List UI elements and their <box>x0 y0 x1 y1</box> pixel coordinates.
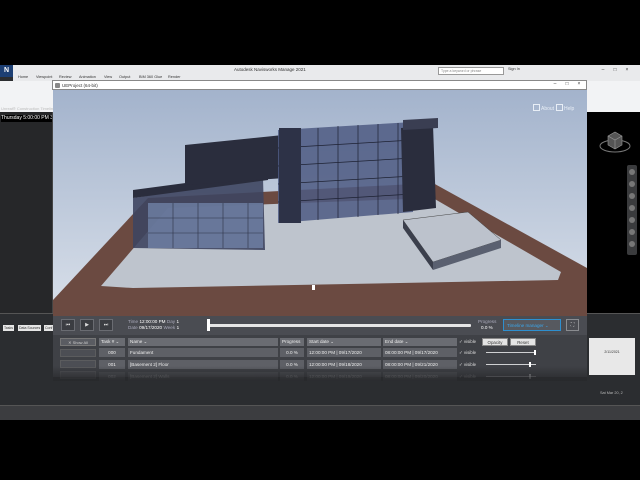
tab-home[interactable]: Home <box>18 75 28 79</box>
zoom-icon[interactable] <box>629 193 635 199</box>
look-icon[interactable] <box>629 217 635 223</box>
about-checkbox-icon <box>533 104 540 111</box>
stair-core <box>279 128 301 223</box>
ue-close-icon[interactable]: × <box>574 80 584 89</box>
row-0-opacity-knob[interactable] <box>534 350 536 355</box>
ue-maximize-icon[interactable]: □ <box>562 80 572 89</box>
tab-review[interactable]: Review <box>59 75 71 79</box>
timeline-manager-dropdown[interactable]: Timeline manager ⌄ <box>503 319 561 331</box>
reset-button[interactable]: Reset <box>510 338 536 346</box>
skip-forward-button[interactable]: ⏭ <box>99 319 113 331</box>
calendar-footer: Sat Mar 20, 2 <box>600 391 623 395</box>
minimize-icon[interactable]: – <box>598 66 608 74</box>
tab-view[interactable]: View <box>104 75 112 79</box>
header-visible[interactable]: ✓ visible <box>459 339 476 345</box>
header-end[interactable]: End date ⌄ <box>383 338 457 346</box>
header-name[interactable]: Name ⌄ <box>128 338 278 346</box>
tab-render[interactable]: Render <box>168 75 180 79</box>
side-panel-title: Unreal® Construction Timeline <box>1 106 56 111</box>
close-icon: ✕ <box>68 340 72 345</box>
calendar-date: 2/11/2021 <box>604 350 620 354</box>
timeline-side-panel <box>0 112 53 322</box>
help-checkbox-icon <box>556 104 563 111</box>
header-progress[interactable]: Progress <box>280 338 304 346</box>
glass-volume <box>148 203 263 248</box>
navisworks-logo[interactable]: N <box>0 65 13 77</box>
select-icon[interactable] <box>629 241 635 247</box>
help-link[interactable]: Help <box>556 104 574 112</box>
tab-viewpoint[interactable]: Viewpoint <box>36 75 52 79</box>
row-0-progress: 0.0 % <box>280 348 304 357</box>
viewcube-icon[interactable] <box>598 128 632 156</box>
calendar[interactable]: 2/11/2021 <box>589 338 635 375</box>
east-block <box>401 125 436 212</box>
pan-icon[interactable] <box>629 181 635 187</box>
mouse-cursor-icon <box>312 285 315 290</box>
ue-minimize-icon[interactable]: – <box>550 80 560 89</box>
table-fade <box>53 366 587 381</box>
row-0-task: 000 <box>99 348 125 357</box>
steering-wheel-icon[interactable] <box>629 169 635 175</box>
tab-tasks[interactable]: Tasks <box>3 325 14 331</box>
row-0-opacity-slider[interactable] <box>486 352 536 353</box>
tab-bim360-glue[interactable]: BIM 360 Glue <box>139 75 162 79</box>
row-0-name[interactable]: Fundament <box>128 348 278 357</box>
unreal-icon <box>55 83 60 88</box>
host-title: Autodesk Navisworks Manage 2021 <box>234 67 306 72</box>
header-start[interactable]: Start date ⌄ <box>307 338 381 346</box>
timeline-slider-thumb[interactable] <box>207 319 210 331</box>
show-all-button[interactable]: ✕ Show All <box>60 338 96 346</box>
about-link[interactable]: About <box>533 104 554 112</box>
progress-label: Progress <box>478 319 497 324</box>
row-0-end[interactable]: 08:00:00 PM | 09/17/2020 <box>383 348 457 357</box>
3d-viewport[interactable] <box>53 90 587 316</box>
ue-title: UEProject (64-bit) <box>62 83 98 88</box>
tab-configure[interactable]: Conf <box>44 325 54 331</box>
maximize-icon[interactable]: □ <box>610 66 620 74</box>
host-title-bar: Autodesk Navisworks Manage 2021 <box>0 65 640 75</box>
tab-animation[interactable]: Animation <box>79 75 96 79</box>
close-icon[interactable]: × <box>622 66 632 74</box>
row-0-visible-checkbox[interactable]: ✓ visible <box>459 350 476 356</box>
east-roof <box>403 118 438 130</box>
timeline-slider-track[interactable] <box>208 324 471 327</box>
walk-icon[interactable] <box>629 229 635 235</box>
row-0-start[interactable]: 12:00:00 PM | 09/17/2020 <box>307 348 381 357</box>
search-input[interactable]: Type a keyword or phrase <box>438 67 504 75</box>
navigation-bar[interactable] <box>627 165 637 255</box>
date-readout: Date 09/17/2020 Week 1 <box>128 325 180 330</box>
status-bar <box>0 405 640 420</box>
orbit-icon[interactable] <box>629 205 635 211</box>
play-button[interactable]: ▶ <box>80 319 94 331</box>
opacity-button[interactable]: Opacity <box>482 338 508 346</box>
progress-value: 0.0 % <box>481 325 493 330</box>
side-panel-time: Thursday 5:00:00 PM 3/... <box>1 115 52 122</box>
side-button-2[interactable] <box>60 349 96 357</box>
skip-back-button[interactable]: ⏮ <box>61 319 75 331</box>
sign-in-link[interactable]: Sign In <box>508 67 520 71</box>
expand-icon[interactable]: ⛶ <box>566 319 579 331</box>
tab-output[interactable]: Output <box>119 75 130 79</box>
header-task[interactable]: Task # ⌄ <box>99 338 125 346</box>
ue-title-bar: UEProject (64-bit) <box>52 80 587 90</box>
tab-data-sources[interactable]: Data Sources <box>18 325 42 331</box>
chevron-down-icon: ⌄ <box>544 323 549 328</box>
